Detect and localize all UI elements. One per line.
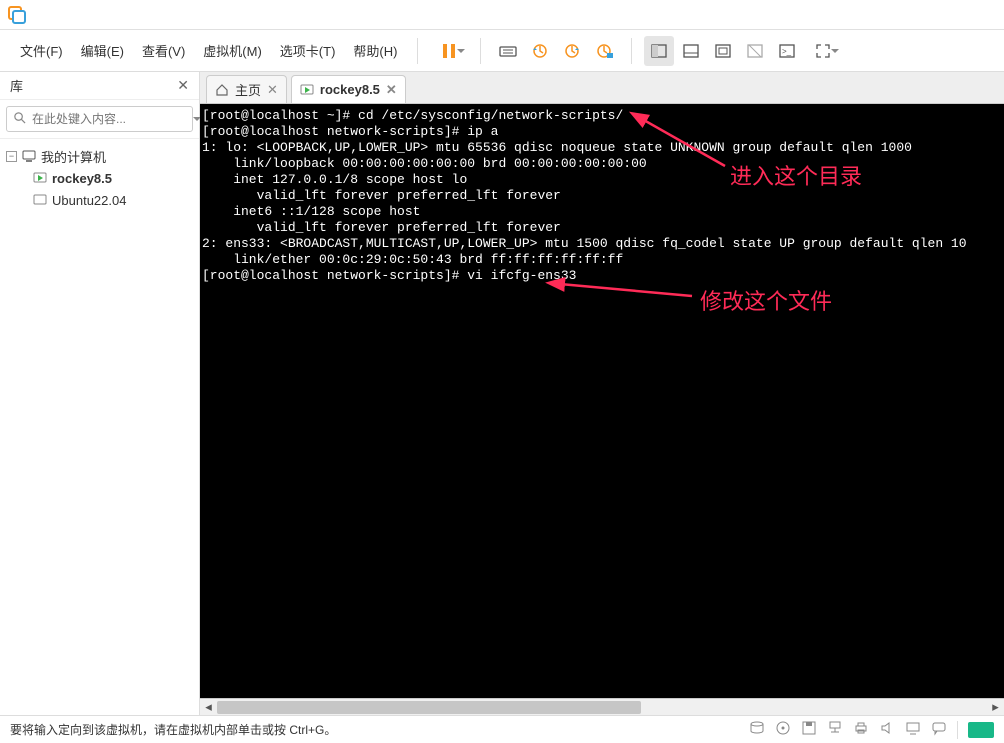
tabbar: 主页 ✕ rockey8.5 ✕ — [200, 72, 1004, 104]
separator — [957, 721, 958, 739]
printer-icon[interactable] — [853, 720, 869, 739]
vmware-app-icon — [8, 6, 26, 24]
home-icon — [215, 83, 229, 97]
terminal-output: [root@localhost ~]# cd /etc/sysconfig/ne… — [200, 104, 1004, 288]
quick-switch-button[interactable]: >_ — [772, 36, 802, 66]
svg-text:>_: >_ — [782, 47, 792, 56]
tab-home[interactable]: 主页 ✕ — [206, 75, 287, 103]
scroll-right-arrow[interactable]: ▸ — [987, 699, 1004, 716]
search-icon — [13, 111, 26, 127]
vm-off-icon — [32, 192, 48, 208]
snapshot-button[interactable] — [525, 36, 555, 66]
tab-close-button[interactable]: ✕ — [386, 82, 397, 98]
revert-snapshot-button[interactable] — [557, 36, 587, 66]
sidebar-title: 库 — [10, 76, 23, 95]
show-console-button[interactable] — [644, 36, 674, 66]
tree-item-label: Ubuntu22.04 — [52, 193, 126, 208]
content-area: 主页 ✕ rockey8.5 ✕ [root@localhost ~]# cd … — [200, 72, 1004, 715]
tree-root-label: 我的计算机 — [41, 147, 106, 166]
unity-button[interactable] — [740, 36, 770, 66]
vm-running-icon — [300, 83, 314, 97]
tab-rockey[interactable]: rockey8.5 ✕ — [291, 75, 406, 103]
separator — [417, 38, 418, 64]
main-split: 库 ✕ − 我的计算机 — [0, 72, 1004, 715]
library-tree: − 我的计算机 rockey8.5 Ubuntu22.04 — [0, 139, 199, 217]
network-icon[interactable] — [827, 720, 843, 739]
tree-item-ubuntu[interactable]: Ubuntu22.04 — [2, 189, 197, 211]
snapshot-manager-button[interactable] — [589, 36, 619, 66]
menu-edit[interactable]: 编辑(E) — [73, 37, 132, 64]
vm-console[interactable]: [root@localhost ~]# cd /etc/sysconfig/ne… — [200, 104, 1004, 715]
display-settings-icon[interactable] — [905, 720, 921, 739]
menu-file[interactable]: 文件(F) — [12, 37, 71, 64]
vm-running-icon — [32, 170, 48, 186]
menu-help[interactable]: 帮助(H) — [345, 37, 405, 64]
fullscreen-button[interactable] — [804, 36, 842, 66]
sidebar: 库 ✕ − 我的计算机 — [0, 72, 200, 715]
pause-button[interactable] — [430, 36, 468, 66]
separator — [480, 38, 481, 64]
scrollbar-track[interactable] — [217, 699, 987, 716]
menubar: 文件(F) 编辑(E) 查看(V) 虚拟机(M) 选项卡(T) 帮助(H) >_ — [0, 30, 1004, 72]
tab-label: rockey8.5 — [320, 82, 380, 97]
sidebar-search[interactable] — [6, 106, 193, 132]
separator — [631, 38, 632, 64]
scroll-left-arrow[interactable]: ◂ — [200, 699, 217, 716]
stretch-guest-button[interactable] — [708, 36, 738, 66]
statusbar: 要将输入定向到该虚拟机，请在虚拟机内部单击或按 Ctrl+G。 — [0, 715, 1004, 743]
sidebar-search-wrap — [0, 100, 199, 139]
show-thumbnail-button[interactable] — [676, 36, 706, 66]
menu-vm[interactable]: 虚拟机(M) — [195, 37, 270, 64]
tree-item-rockey[interactable]: rockey8.5 — [2, 167, 197, 189]
vm-status-indicator[interactable] — [968, 722, 994, 738]
sidebar-header: 库 ✕ — [0, 72, 199, 100]
tree-root-my-computer[interactable]: − 我的计算机 — [2, 145, 197, 167]
scrollbar-thumb[interactable] — [217, 701, 641, 714]
send-ctrl-alt-del-button[interactable] — [493, 36, 523, 66]
disk-icon[interactable] — [749, 720, 765, 739]
status-icons — [749, 720, 994, 739]
cd-icon[interactable] — [775, 720, 791, 739]
sidebar-close-button[interactable]: ✕ — [177, 77, 189, 94]
status-text: 要将输入定向到该虚拟机，请在虚拟机内部单击或按 Ctrl+G。 — [10, 721, 336, 738]
menu-view[interactable]: 查看(V) — [134, 37, 193, 64]
tab-label: 主页 — [235, 80, 261, 99]
message-log-icon[interactable] — [931, 720, 947, 739]
tree-collapse-toggle[interactable]: − — [6, 151, 17, 162]
annotation-text: 修改这个文件 — [700, 284, 832, 316]
titlebar — [0, 0, 1004, 30]
sound-icon[interactable] — [879, 720, 895, 739]
tree-item-label: rockey8.5 — [52, 171, 112, 186]
menu-tabs[interactable]: 选项卡(T) — [272, 37, 344, 64]
horizontal-scrollbar[interactable]: ◂ ▸ — [200, 698, 1004, 715]
tab-close-button[interactable]: ✕ — [267, 82, 278, 98]
floppy-icon[interactable] — [801, 720, 817, 739]
search-input[interactable] — [32, 112, 187, 126]
computer-icon — [21, 148, 37, 164]
